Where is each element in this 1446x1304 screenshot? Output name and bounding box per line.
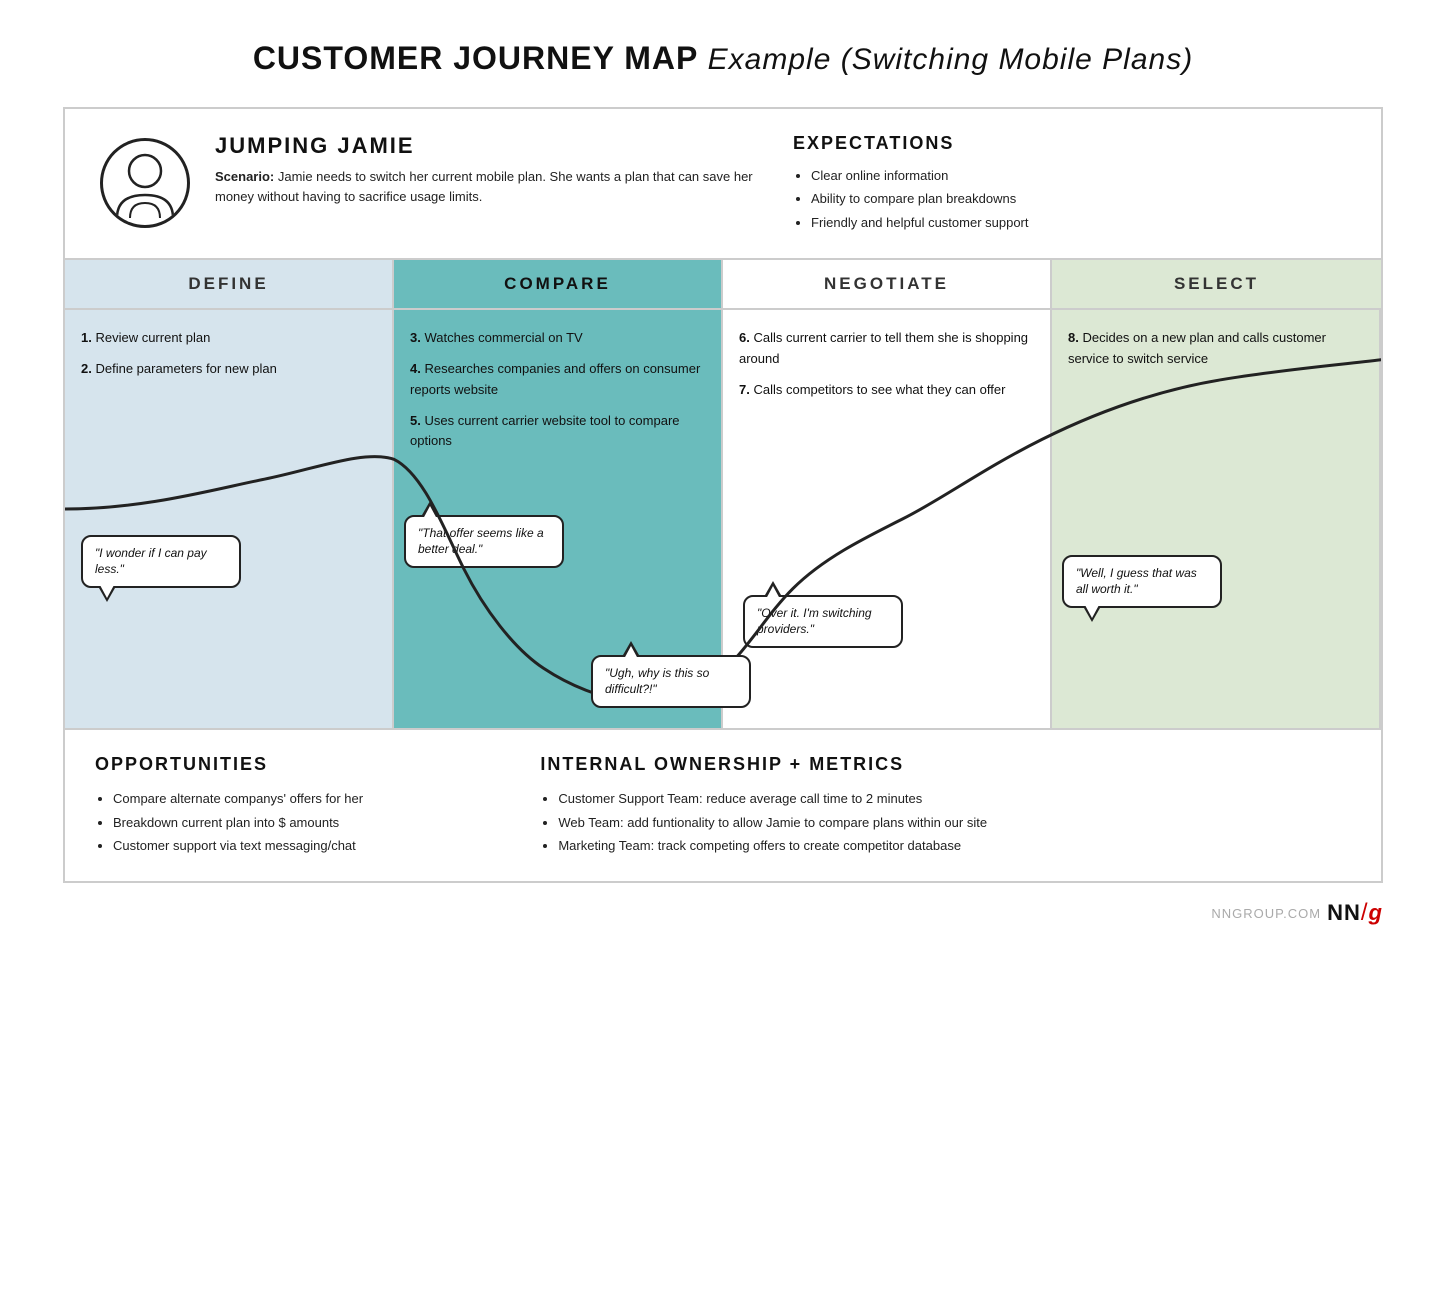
persona-name: JUMPING JAMIE: [215, 133, 773, 159]
compare-bubble-2: "Ugh, why is this so difficult?!": [591, 655, 751, 709]
internal-item: Marketing Team: track competing offers t…: [558, 834, 1351, 857]
negotiate-step-6: 6. Calls current carrier to tell them sh…: [739, 328, 1034, 370]
compare-step-4: 4. Researches companies and offers on co…: [410, 359, 705, 401]
select-step-8: 8. Decides on a new plan and calls custo…: [1068, 328, 1363, 370]
compare-step-3: 3. Watches commercial on TV: [410, 328, 705, 349]
internal-item: Customer Support Team: reduce average ca…: [558, 787, 1351, 810]
scenario-label: Scenario:: [215, 169, 274, 184]
main-frame: JUMPING JAMIE Scenario: Jamie needs to s…: [63, 107, 1383, 883]
opportunities-section: OPPORTUNITIES Compare alternate companys…: [95, 754, 500, 857]
persona-row: JUMPING JAMIE Scenario: Jamie needs to s…: [65, 109, 1381, 260]
avatar-circle: [100, 138, 190, 228]
phase-header-define: DEFINE: [65, 260, 394, 308]
page-title: CUSTOMER JOURNEY MAP Example (Switching …: [253, 40, 1193, 77]
negotiate-bubble: "Over it. I'm switching providers.": [743, 595, 903, 649]
title-bold: CUSTOMER JOURNEY MAP: [253, 40, 698, 76]
internal-list: Customer Support Team: reduce average ca…: [540, 787, 1351, 857]
phase-cell-select: 8. Decides on a new plan and calls custo…: [1052, 310, 1381, 728]
negotiate-step-7: 7. Calls competitors to see what they ca…: [739, 380, 1034, 401]
nn-logo: NN / g: [1327, 899, 1383, 927]
expectation-item: Clear online information: [811, 164, 1351, 187]
opportunity-item: Customer support via text messaging/chat: [113, 834, 500, 857]
phase-header-compare: COMPARE: [394, 260, 723, 308]
opportunity-item: Compare alternate companys' offers for h…: [113, 787, 500, 810]
compare-bubble-1: "That offer seems like a better deal.": [404, 515, 564, 569]
select-bubble: "Well, I guess that was all worth it.": [1062, 555, 1222, 609]
expectations-list: Clear online information Ability to comp…: [793, 164, 1351, 234]
phases-header: DEFINE COMPARE NEGOTIATE SELECT: [65, 260, 1381, 310]
expectations-title: EXPECTATIONS: [793, 133, 1351, 154]
nn-slash: /: [1361, 899, 1369, 927]
nn-text: NN: [1327, 900, 1361, 926]
compare-step-5: 5. Uses current carrier website tool to …: [410, 411, 705, 453]
scenario-text: Jamie needs to switch her current mobile…: [215, 169, 753, 204]
persona-scenario: Scenario: Jamie needs to switch her curr…: [215, 167, 773, 206]
define-step-1: 1. Review current plan: [81, 328, 376, 349]
expectation-item: Ability to compare plan breakdowns: [811, 187, 1351, 210]
phase-cell-compare: 3. Watches commercial on TV 4. Researche…: [394, 310, 723, 728]
expectation-item: Friendly and helpful customer support: [811, 211, 1351, 234]
internal-section: INTERNAL OWNERSHIP + METRICS Customer Su…: [540, 754, 1351, 857]
expectations-section: EXPECTATIONS Clear online information Ab…: [793, 133, 1351, 234]
phase-cell-define: 1. Review current plan 2. Define paramet…: [65, 310, 394, 728]
branding: NNGROUP.COM NN / g: [63, 899, 1383, 927]
define-step-2: 2. Define parameters for new plan: [81, 359, 376, 380]
title-italic: Example (Switching Mobile Plans): [708, 43, 1194, 76]
opportunities-list: Compare alternate companys' offers for h…: [95, 787, 500, 857]
opportunity-item: Breakdown current plan into $ amounts: [113, 811, 500, 834]
opportunities-row: OPPORTUNITIES Compare alternate companys…: [65, 730, 1381, 881]
persona-info: JUMPING JAMIE Scenario: Jamie needs to s…: [215, 133, 773, 206]
journey-content: 1. Review current plan 2. Define paramet…: [65, 310, 1381, 730]
internal-item: Web Team: add funtionality to allow Jami…: [558, 811, 1351, 834]
branding-site: NNGROUP.COM: [1211, 906, 1321, 921]
avatar: [95, 133, 195, 233]
phase-header-negotiate: NEGOTIATE: [723, 260, 1052, 308]
phase-cell-negotiate: 6. Calls current carrier to tell them sh…: [723, 310, 1052, 728]
avatar-svg: [105, 143, 185, 223]
phase-header-select: SELECT: [1052, 260, 1381, 308]
define-bubble: "I wonder if I can pay less.": [81, 535, 241, 589]
opportunities-title: OPPORTUNITIES: [95, 754, 500, 775]
internal-title: INTERNAL OWNERSHIP + METRICS: [540, 754, 1351, 775]
nn-g: g: [1369, 900, 1383, 926]
